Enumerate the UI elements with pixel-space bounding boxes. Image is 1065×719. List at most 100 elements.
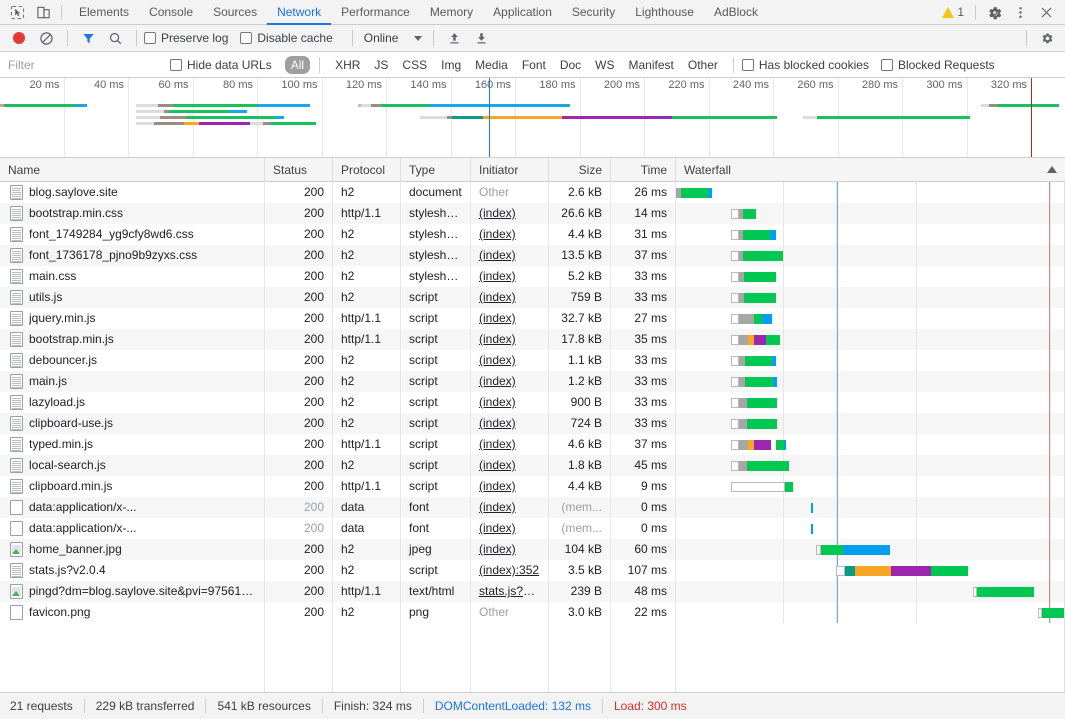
initiator-link[interactable]: (index) [479, 227, 516, 241]
column-header-size[interactable]: Size [549, 158, 611, 182]
cell-initiator[interactable]: (index) [471, 434, 549, 455]
cell-name[interactable]: font_1749284_yg9cfy8wd6.css [0, 224, 265, 245]
table-row[interactable]: clipboard-use.js 200 h2 script (index) 724 B 3… [0, 413, 1065, 434]
initiator-link[interactable]: (index) [479, 248, 516, 262]
type-filter-js[interactable]: JS [368, 56, 394, 74]
cell-initiator[interactable]: (index):352 [471, 560, 549, 581]
cell-name[interactable]: data:application/x-... [0, 518, 265, 539]
initiator-link[interactable]: (index) [479, 416, 516, 430]
table-row[interactable]: debouncer.js 200 h2 script (index) 1.1 kB 33 m… [0, 350, 1065, 371]
cell-initiator[interactable]: (index) [471, 371, 549, 392]
tab-performance[interactable]: Performance [331, 0, 420, 25]
type-filter-manifest[interactable]: Manifest [623, 56, 680, 74]
type-filter-img[interactable]: Img [435, 56, 467, 74]
cell-name[interactable]: clipboard.min.js [0, 476, 265, 497]
network-overview-timeline[interactable]: 20 ms 40 ms 60 ms 80 ms 100 ms 120 ms 140 ms 16… [0, 78, 1065, 158]
cell-name[interactable]: local-search.js [0, 455, 265, 476]
cell-name[interactable]: data:application/x-... [0, 497, 265, 518]
column-header-time[interactable]: Time [611, 158, 676, 182]
type-filter-css[interactable]: CSS [396, 56, 433, 74]
cell-name[interactable]: debouncer.js [0, 350, 265, 371]
type-filter-other[interactable]: Other [682, 56, 724, 74]
cell-name[interactable]: blog.saylove.site [0, 182, 265, 203]
cell-initiator[interactable]: (index) [471, 224, 549, 245]
cell-name[interactable]: clipboard-use.js [0, 413, 265, 434]
initiator-link[interactable]: (index) [479, 206, 516, 220]
cell-initiator[interactable]: (index) [471, 539, 549, 560]
network-settings-gear-icon[interactable] [1034, 27, 1060, 49]
record-button[interactable] [6, 27, 32, 49]
initiator-link[interactable]: (index) [479, 332, 516, 346]
table-row[interactable]: font_1736178_pjno9b9zyxs.css 200 h2 stylesh… [0, 245, 1065, 266]
blocked-requests-checkbox[interactable]: Blocked Requests [880, 58, 995, 72]
table-row[interactable]: bootstrap.min.js 200 http/1.1 script (index)… [0, 329, 1065, 350]
tab-security[interactable]: Security [562, 0, 625, 25]
initiator-link[interactable]: (index) [479, 458, 516, 472]
table-row[interactable]: data:application/x-... 200 data font (index)… [0, 497, 1065, 518]
initiator-link[interactable]: (index):352 [479, 563, 539, 577]
type-filter-ws[interactable]: WS [589, 56, 620, 74]
cell-name[interactable]: lazyload.js [0, 392, 265, 413]
table-row[interactable]: utils.js 200 h2 script (index) 759 B 33 ms [0, 287, 1065, 308]
preserve-log-checkbox[interactable]: Preserve log [144, 31, 228, 45]
initiator-link[interactable]: (index) [479, 479, 516, 493]
cell-initiator[interactable]: (index) [471, 350, 549, 371]
initiator-link[interactable]: (index) [479, 437, 516, 451]
table-row[interactable]: font_1749284_yg9cfy8wd6.css 200 h2 styleshe… [0, 224, 1065, 245]
cell-name[interactable]: font_1736178_pjno9b9zyxs.css [0, 245, 265, 266]
tab-lighthouse[interactable]: Lighthouse [625, 0, 704, 25]
clear-button[interactable] [33, 27, 59, 49]
column-header-waterfall[interactable]: Waterfall [676, 158, 1065, 182]
type-filter-doc[interactable]: Doc [554, 56, 587, 74]
column-header-name[interactable]: Name [0, 158, 265, 182]
table-row[interactable]: lazyload.js 200 h2 script (index) 900 B 33 ms [0, 392, 1065, 413]
initiator-link[interactable]: (index) [479, 290, 516, 304]
type-filter-xhr[interactable]: XHR [329, 56, 366, 74]
table-row[interactable]: bootstrap.min.css 200 http/1.1 stylesheet (i… [0, 203, 1065, 224]
cell-name[interactable]: bootstrap.min.js [0, 329, 265, 350]
disable-cache-checkbox[interactable]: Disable cache [240, 31, 333, 45]
cell-initiator[interactable]: (index) [471, 266, 549, 287]
hide-data-urls-checkbox[interactable]: Hide data URLs [170, 58, 272, 72]
table-row[interactable]: data:application/x-... 200 data font (index)… [0, 518, 1065, 539]
type-filter-font[interactable]: Font [516, 56, 552, 74]
filter-input[interactable] [0, 52, 170, 77]
table-row[interactable]: pingd?dm=blog.saylove.site&pvi=9756159..… [0, 581, 1065, 602]
tab-sources[interactable]: Sources [203, 0, 267, 25]
tab-application[interactable]: Application [483, 0, 562, 25]
cell-name[interactable]: jquery.min.js [0, 308, 265, 329]
column-header-protocol[interactable]: Protocol [333, 158, 401, 182]
cell-initiator[interactable]: (index) [471, 287, 549, 308]
cell-initiator[interactable]: (index) [471, 497, 549, 518]
table-row[interactable]: clipboard.min.js 200 http/1.1 script (index)… [0, 476, 1065, 497]
cell-name[interactable]: pingd?dm=blog.saylove.site&pvi=9756159..… [0, 581, 265, 602]
initiator-link[interactable]: (index) [479, 500, 516, 514]
cell-name[interactable]: main.css [0, 266, 265, 287]
warning-count-chip[interactable]: 1 [936, 5, 970, 19]
import-har-icon[interactable] [441, 27, 467, 49]
throttling-select[interactable]: Online [360, 31, 427, 45]
column-header-initiator[interactable]: Initiator [471, 158, 549, 182]
search-icon[interactable] [102, 27, 128, 49]
column-header-type[interactable]: Type [401, 158, 471, 182]
table-row[interactable]: home_banner.jpg 200 h2 jpeg (index) 104 kB 60 … [0, 539, 1065, 560]
tab-elements[interactable]: Elements [69, 0, 139, 25]
table-row[interactable]: blog.saylove.site 200 h2 document Other 2.6 k… [0, 182, 1065, 203]
initiator-link[interactable]: (index) [479, 353, 516, 367]
cell-name[interactable]: favicon.png [0, 602, 265, 623]
cell-initiator[interactable]: (index) [471, 455, 549, 476]
type-filter-all[interactable]: All [284, 55, 311, 74]
tab-adblock[interactable]: AdBlock [704, 0, 768, 25]
cell-name[interactable]: utils.js [0, 287, 265, 308]
cell-name[interactable]: home_banner.jpg [0, 539, 265, 560]
tab-memory[interactable]: Memory [420, 0, 483, 25]
filter-funnel-icon[interactable] [75, 27, 101, 49]
table-row[interactable]: main.css 200 h2 stylesheet (index) 5.2 kB 33 m… [0, 266, 1065, 287]
cell-initiator[interactable]: stats.js?v2.0... [471, 581, 549, 602]
table-row[interactable]: stats.js?v2.0.4 200 h2 script (index):352 3.5… [0, 560, 1065, 581]
table-row[interactable]: jquery.min.js 200 http/1.1 script (index) 32.… [0, 308, 1065, 329]
more-options-icon[interactable] [1007, 1, 1033, 23]
cell-name[interactable]: main.js [0, 371, 265, 392]
initiator-link[interactable]: (index) [479, 311, 516, 325]
cell-name[interactable]: bootstrap.min.css [0, 203, 265, 224]
